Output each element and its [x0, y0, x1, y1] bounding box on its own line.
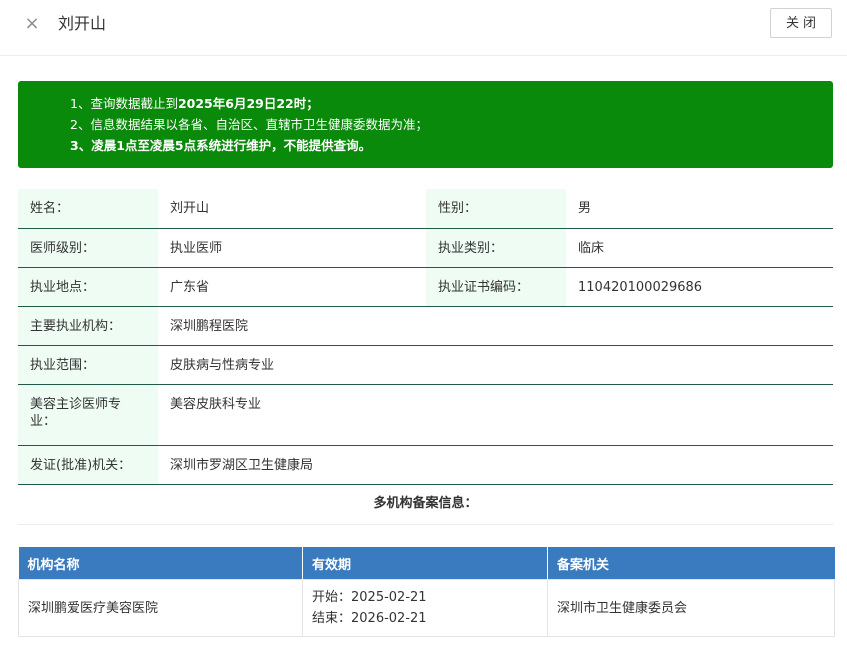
- notice-line-1-date: 2025年6月29日22时: [177, 96, 307, 111]
- name-value: 刘开山: [158, 189, 426, 229]
- notice-line-3-hours: 凌晨1点至凌晨5点: [91, 138, 197, 153]
- notice-line-1-prefix: 1、查询数据截止到: [70, 96, 178, 111]
- validity-start: 开始：2025-02-21: [312, 590, 427, 605]
- scope-value: 皮肤病与性病专业: [158, 345, 833, 385]
- column-header-institution: 机构名称: [18, 547, 303, 580]
- table-row: 执业地点： 广东省 执业证书编码： 110420100029686: [18, 267, 833, 307]
- notice-line-3-prefix: 3、: [70, 138, 92, 153]
- level-value: 执业医师: [158, 228, 426, 268]
- table-header-row: 机构名称 有效期 备案机关: [18, 547, 835, 580]
- close-icon[interactable]: ×: [22, 12, 42, 36]
- authority-cell: 深圳市卫生健康委员会: [547, 579, 835, 637]
- level-label: 医师级别：: [18, 228, 158, 268]
- notice-banner: 1、查询数据截止到2025年6月29日22时； 2、信息数据结果以各省、自治区、…: [18, 81, 833, 168]
- institution-label: 主要执业机构：: [18, 306, 158, 346]
- notice-line-1: 1、查询数据截止到2025年6月29日22时；: [70, 93, 833, 114]
- cosmetic-label: 美容主诊医师专业：: [18, 384, 158, 446]
- notice-line-2: 2、信息数据结果以各省、自治区、直辖市卫生健康委数据为准；: [70, 117, 428, 132]
- notice-line-3: 3、凌晨1点至凌晨5点系统进行维护，不能提供查询。: [70, 135, 833, 156]
- table-row: 医师级别： 执业医师 执业类别： 临床: [18, 228, 833, 268]
- institution-name-cell: 深圳鹏爱医疗美容医院: [18, 579, 303, 637]
- cert-value: 110420100029686: [566, 267, 833, 307]
- cosmetic-value: 美容皮肤科专业: [158, 384, 833, 446]
- cert-label: 执业证书编码：: [426, 267, 566, 307]
- validity-end: 结束：2026-02-21: [312, 611, 427, 626]
- name-label: 姓名：: [18, 189, 158, 229]
- multi-institution-title: 多机构备案信息：: [18, 485, 833, 525]
- gender-label: 性别：: [426, 189, 566, 229]
- scope-label: 执业范围：: [18, 345, 158, 385]
- table-row: 深圳鹏爱医疗美容医院 开始：2025-02-21 结束：2026-02-21 深…: [18, 579, 835, 637]
- table-row: 发证(批准)机关： 深圳市罗湖区卫生健康局: [18, 445, 833, 485]
- table-row: 执业范围： 皮肤病与性病专业: [18, 345, 833, 385]
- table-row: 美容主诊医师专业： 美容皮肤科专业: [18, 384, 833, 446]
- issuer-value: 深圳市罗湖区卫生健康局: [158, 445, 833, 485]
- doctor-info-table: 姓名： 刘开山 性别： 男 医师级别： 执业医师 执业类别： 临床 执业地点： …: [18, 189, 833, 485]
- notice-line-3-suffix: 系统进行维护，不能提供查询。: [196, 138, 372, 153]
- issuer-label: 发证(批准)机关：: [18, 445, 158, 485]
- column-header-validity: 有效期: [302, 547, 548, 580]
- institution-value: 深圳鹏程医院: [158, 306, 833, 346]
- multi-institution-table: 机构名称 有效期 备案机关 深圳鹏爱医疗美容医院 开始：2025-02-21 结…: [18, 547, 835, 637]
- dialog-header: × 刘开山 关闭: [0, 0, 847, 56]
- column-header-authority: 备案机关: [547, 547, 835, 580]
- notice-line-1-suffix: ；: [306, 96, 319, 111]
- dialog-title: 刘开山: [58, 14, 107, 33]
- close-button[interactable]: 关闭: [770, 8, 832, 38]
- table-row: 姓名： 刘开山 性别： 男: [18, 189, 833, 229]
- validity-cell: 开始：2025-02-21 结束：2026-02-21: [302, 579, 548, 637]
- location-value: 广东省: [158, 267, 426, 307]
- table-row: 主要执业机构： 深圳鹏程医院: [18, 306, 833, 346]
- category-value: 临床: [566, 228, 833, 268]
- gender-value: 男: [566, 189, 833, 229]
- category-label: 执业类别：: [426, 228, 566, 268]
- location-label: 执业地点：: [18, 267, 158, 307]
